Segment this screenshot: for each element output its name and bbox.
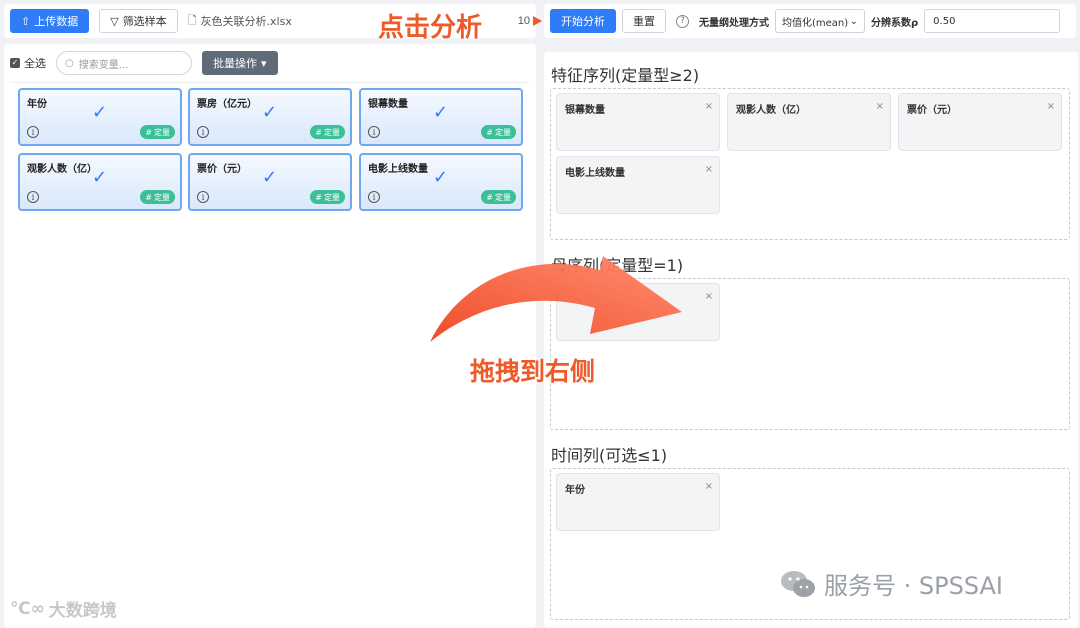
sequence-chip[interactable]: 电影上线数量 × <box>556 156 720 214</box>
search-placeholder: 搜索变量... <box>78 59 129 71</box>
variable-card[interactable]: 观影人数（亿） ✓ i # 定量 <box>18 153 182 211</box>
sequence-chip[interactable]: 观影人数（亿） × <box>727 93 891 151</box>
brand-watermark: ℃∞ 大数跨境 <box>10 596 117 622</box>
quantitative-badge: # 定量 <box>481 190 516 204</box>
quantitative-badge: # 定量 <box>310 125 345 139</box>
start-analysis-button[interactable]: 开始分析 <box>550 9 616 33</box>
chip-name: 电影上线数量 <box>565 168 625 179</box>
help-icon[interactable]: ? <box>676 14 689 28</box>
select-all-label: 全选 <box>24 57 46 70</box>
chip-name: 票价（元） <box>907 105 957 116</box>
variable-name: 年份 <box>27 99 47 110</box>
close-icon[interactable]: × <box>705 481 713 492</box>
select-all-checkbox[interactable]: ✓ 全选 <box>10 55 46 71</box>
sequence-chip[interactable]: 银幕数量 × <box>556 93 720 151</box>
quantitative-badge: # 定量 <box>310 190 345 204</box>
feature-sequence-dropzone[interactable]: 银幕数量 × 观影人数（亿） × 票价（元） × 电影上线数量 × <box>550 88 1070 240</box>
filter-samples-button[interactable]: ▽ 筛选样本 <box>99 9 178 33</box>
info-icon[interactable]: i <box>27 126 39 138</box>
file-icon: 🗋 <box>187 13 197 27</box>
check-icon: ✓ <box>92 167 108 188</box>
dimensionless-label: 无量纲处理方式 <box>699 17 769 29</box>
variable-card[interactable]: 票价（元） ✓ i # 定量 <box>188 153 352 211</box>
variable-card[interactable]: 年份 ✓ i # 定量 <box>18 88 182 146</box>
filter-samples-label: 筛选样本 <box>122 15 167 28</box>
service-watermark: 服务号 · SPSSAI <box>780 566 1003 601</box>
filter-icon: ▽ <box>110 14 119 28</box>
brand-watermark-text: 大数跨境 <box>48 601 117 621</box>
check-icon: ✓ <box>433 167 449 188</box>
wechat-icon <box>781 570 815 597</box>
checkbox-checked-icon: ✓ <box>10 58 20 68</box>
badge-label: 定量 <box>154 192 170 202</box>
file-name: 🗋 灰色关联分析.xlsx <box>188 12 292 31</box>
close-icon[interactable]: × <box>1047 101 1055 112</box>
arrow-right-icon <box>533 16 542 26</box>
badge-label: 定量 <box>154 127 170 137</box>
check-icon: ✓ <box>92 102 108 123</box>
variable-name: 票房（亿元） <box>197 99 257 110</box>
upload-icon: ⇧ <box>21 14 31 28</box>
caret-down-icon: ▾ <box>261 56 267 70</box>
variable-card[interactable]: 票房（亿元） ✓ i # 定量 <box>188 88 352 146</box>
badge-label: 定量 <box>324 127 340 137</box>
service-watermark-text: 服务号 · SPSSAI <box>824 572 1004 600</box>
quantitative-badge: # 定量 <box>140 125 175 139</box>
check-icon: ✓ <box>433 102 449 123</box>
drag-right-annotation: 拖拽到右侧 <box>470 357 596 386</box>
chip-name: 银幕数量 <box>565 105 605 116</box>
variable-card[interactable]: 电影上线数量 ✓ i # 定量 <box>359 153 523 211</box>
batch-operation-label: 批量操作 <box>213 57 257 70</box>
dimensionless-select[interactable]: 均值化(mean) ⌄ <box>775 9 865 33</box>
close-icon[interactable]: × <box>705 101 713 112</box>
upload-data-label: 上传数据 <box>34 15 79 28</box>
variable-panel-header: ✓ 全选 ○ 搜索变量... 批量操作 ▾ <box>4 44 536 82</box>
variable-name: 观影人数（亿） <box>27 164 97 175</box>
sequence-chip[interactable]: 票价（元） × <box>898 93 1062 151</box>
brand-logo-icon: ℃∞ <box>10 598 45 619</box>
variable-search-input[interactable]: ○ 搜索变量... <box>56 51 192 75</box>
chevron-down-icon: ⌄ <box>849 15 858 27</box>
row-count: 10 <box>517 15 530 27</box>
click-analysis-annotation: 点击分析 <box>378 13 483 43</box>
analysis-toolbar: 开始分析 重置 ? 无量纲处理方式 均值化(mean) ⌄ 分辨系数ρ 0.50 <box>544 4 1076 38</box>
divider <box>10 82 530 83</box>
quantitative-badge: # 定量 <box>481 125 516 139</box>
variable-name: 票价（元） <box>197 164 247 175</box>
check-icon: ✓ <box>262 102 278 123</box>
info-icon[interactable]: i <box>368 191 380 203</box>
chip-name: 年份 <box>565 485 585 496</box>
time-column-title: 时间列(可选≤1) <box>551 446 668 465</box>
batch-operation-button[interactable]: 批量操作 ▾ <box>202 51 278 75</box>
feature-sequence-title: 特征序列(定量型≥2) <box>551 66 700 85</box>
rho-input[interactable]: 0.50 <box>924 9 1061 33</box>
badge-label: 定量 <box>495 127 511 137</box>
search-icon: ○ <box>65 57 74 69</box>
upload-data-button[interactable]: ⇧ 上传数据 <box>10 9 90 33</box>
variable-name: 电影上线数量 <box>368 164 428 175</box>
badge-label: 定量 <box>495 192 511 202</box>
info-icon[interactable]: i <box>197 126 209 138</box>
info-icon[interactable]: i <box>197 191 209 203</box>
reset-button[interactable]: 重置 <box>622 9 666 33</box>
file-name-text: 灰色关联分析.xlsx <box>200 15 292 28</box>
badge-label: 定量 <box>324 192 340 202</box>
dimensionless-value: 均值化(mean) <box>782 17 849 29</box>
variable-name: 银幕数量 <box>368 99 408 110</box>
variable-card[interactable]: 银幕数量 ✓ i # 定量 <box>359 88 523 146</box>
info-icon[interactable]: i <box>27 191 39 203</box>
rho-label: 分辨系数ρ <box>871 17 919 29</box>
quantitative-badge: # 定量 <box>140 190 175 204</box>
check-icon: ✓ <box>262 167 278 188</box>
info-icon[interactable]: i <box>368 126 380 138</box>
close-icon[interactable]: × <box>876 101 884 112</box>
sequence-chip[interactable]: 年份 × <box>556 473 720 531</box>
chip-name: 观影人数（亿） <box>736 105 806 116</box>
close-icon[interactable]: × <box>705 164 713 175</box>
drag-arrow-icon <box>430 256 682 342</box>
